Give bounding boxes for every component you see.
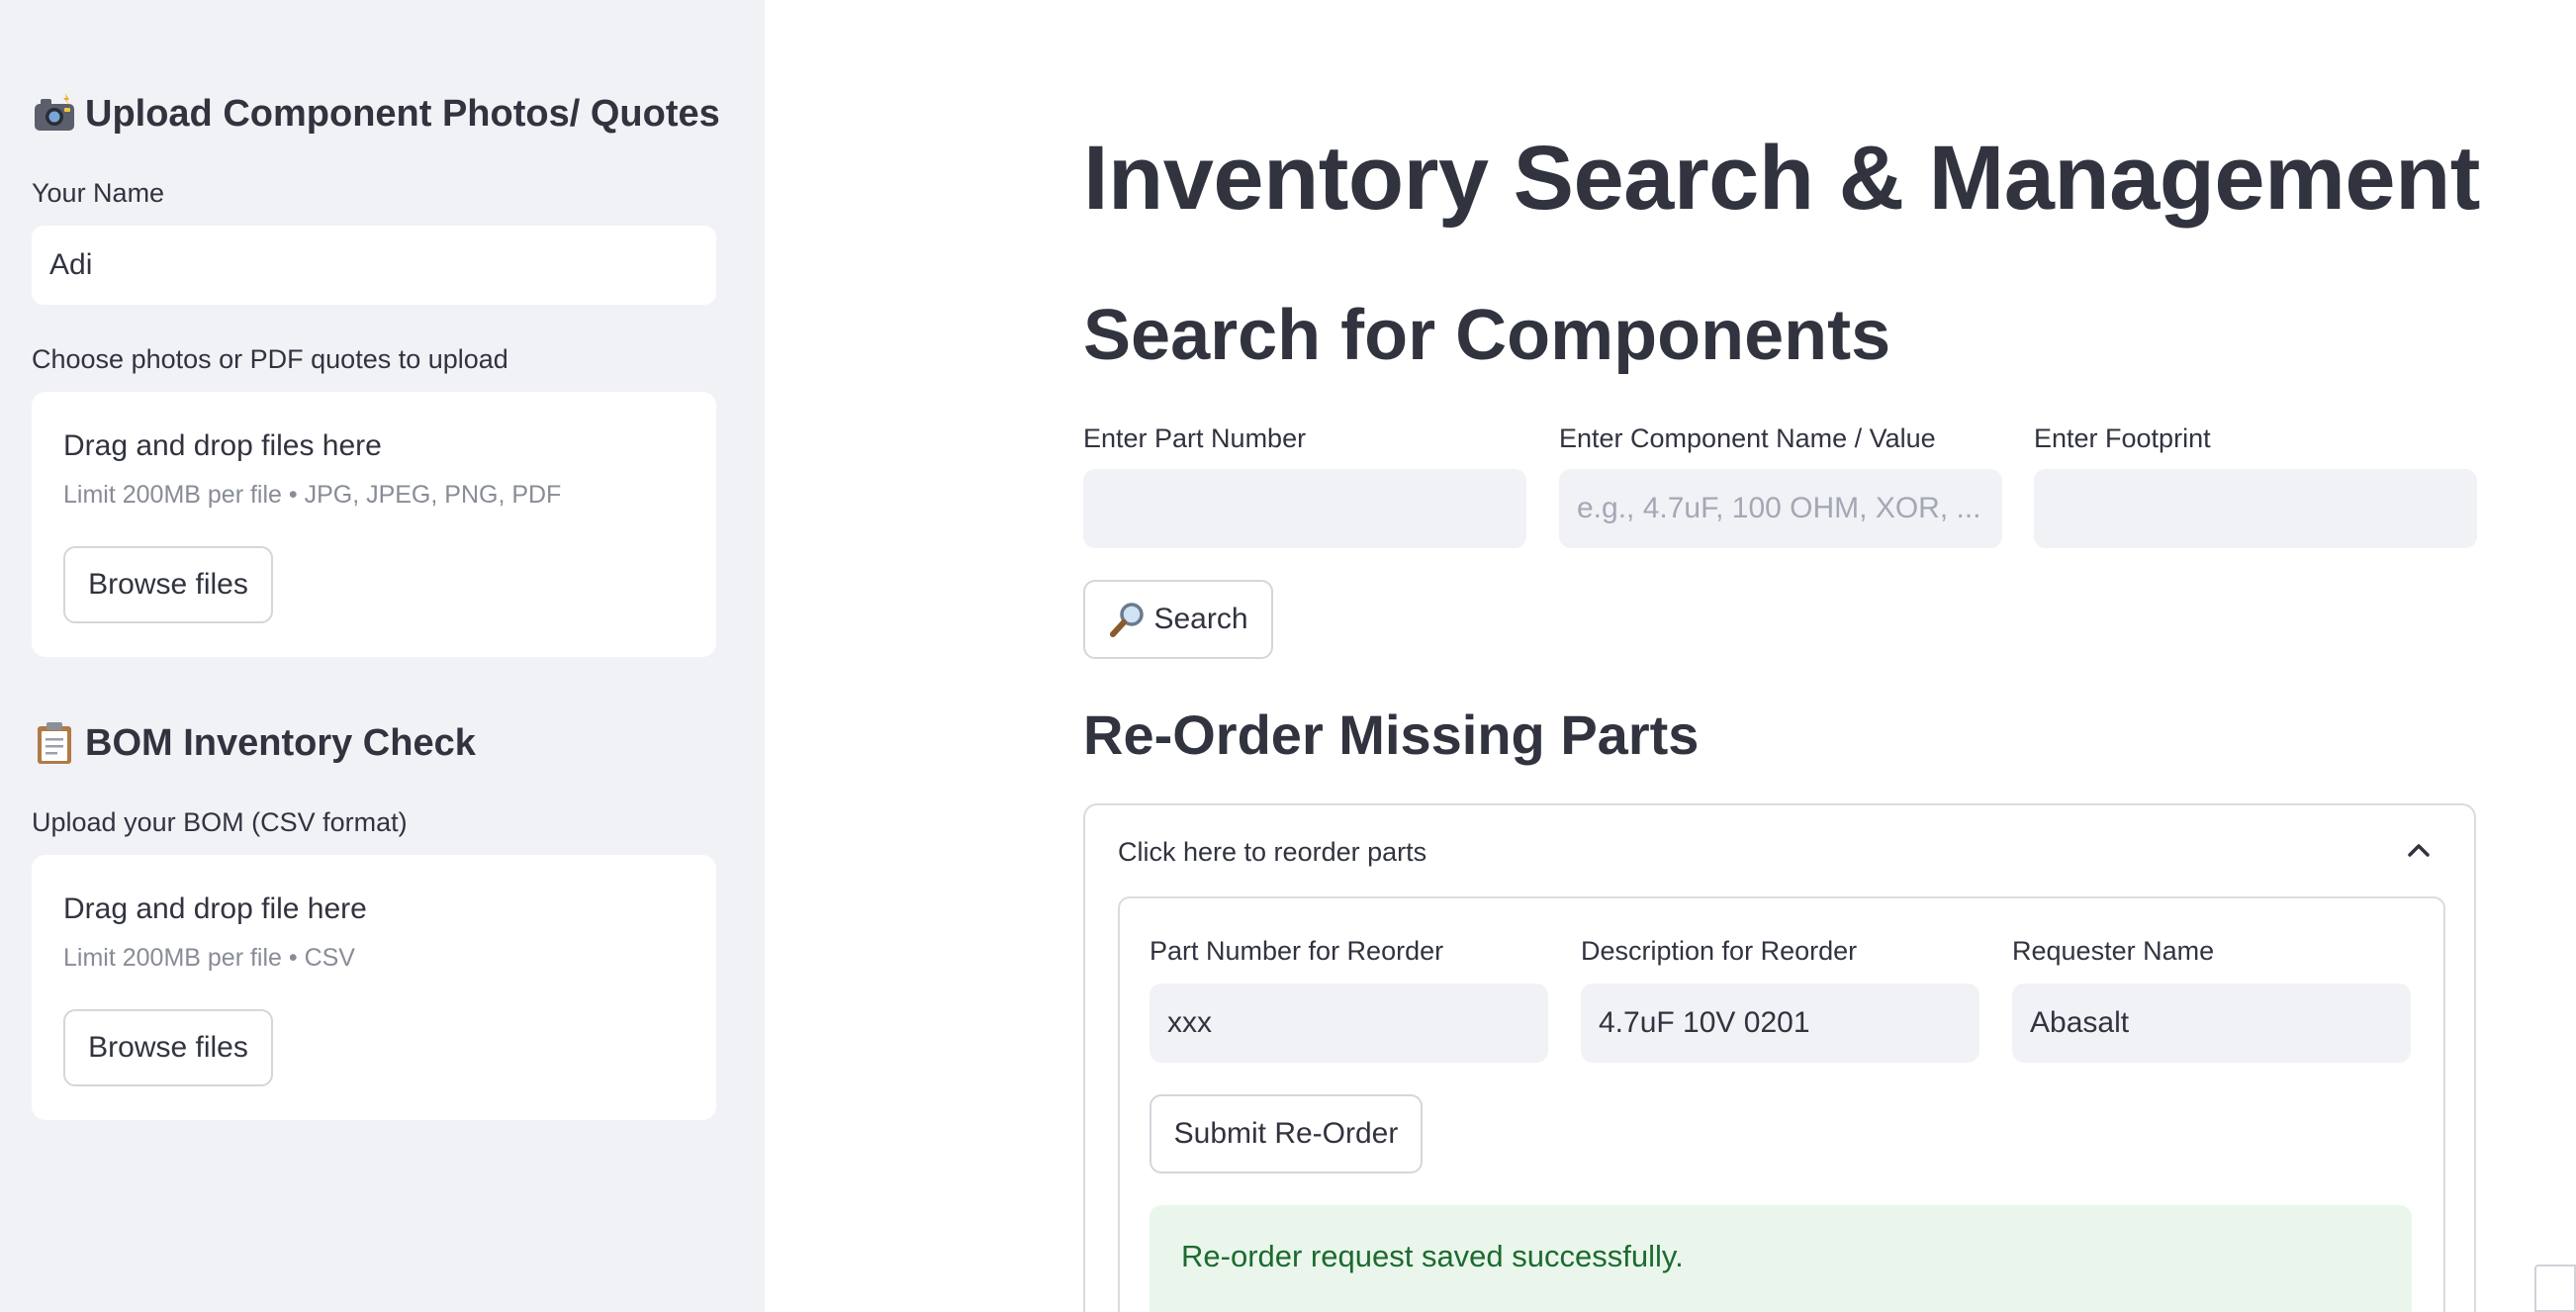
- submit-reorder-button[interactable]: Submit Re-Order: [1150, 1094, 1423, 1173]
- dropzone-limit-text: Limit 200MB per file • JPG, JPEG, PNG, P…: [63, 481, 562, 509]
- upload-photos-label: Choose photos or PDF quotes to upload: [32, 344, 508, 374]
- search-button-label: Search: [1153, 603, 1248, 635]
- part-number-input[interactable]: [1083, 469, 1526, 548]
- bom-section-heading: BOM Inventory Check: [32, 720, 476, 766]
- bom-section-title: BOM Inventory Check: [85, 721, 476, 764]
- expander-header[interactable]: Click here to reorder parts: [1118, 837, 1426, 868]
- reorder-description-input[interactable]: 4.7uF 10V 0201: [1581, 984, 1979, 1063]
- footprint-label: Enter Footprint: [2034, 423, 2211, 453]
- reorder-description-label: Description for Reorder: [1581, 936, 1858, 966]
- component-name-label: Enter Component Name / Value: [1559, 423, 1936, 453]
- page-title: Inventory Search & Management: [1083, 128, 2480, 229]
- bom-upload-label: Upload your BOM (CSV format): [32, 807, 408, 837]
- requester-name-label: Requester Name: [2012, 936, 2215, 966]
- component-name-input[interactable]: e.g., 4.7uF, 100 OHM, XOR, ...: [1559, 469, 2002, 548]
- sidebar: Upload Component Photos/ Quotes Your Nam…: [0, 0, 765, 1312]
- dropzone-title: Drag and drop file here: [63, 892, 367, 925]
- requester-name-input[interactable]: Abasalt: [2012, 984, 2411, 1063]
- reorder-part-label: Part Number for Reorder: [1150, 936, 1444, 966]
- dropzone-limit-text: Limit 200MB per file • CSV: [63, 944, 355, 972]
- reorder-part-input[interactable]: xxx: [1150, 984, 1548, 1063]
- dropzone-title: Drag and drop files here: [63, 429, 382, 462]
- part-number-label: Enter Part Number: [1083, 423, 1307, 453]
- search-button[interactable]: Search: [1083, 580, 1273, 659]
- search-heading: Search for Components: [1083, 296, 1891, 375]
- upload-section-heading: Upload Component Photos/ Quotes: [32, 91, 720, 137]
- browse-files-button[interactable]: Browse files: [63, 546, 273, 623]
- minimap-thumbnail[interactable]: [2534, 1265, 2576, 1312]
- chevron-up-icon[interactable]: [2399, 833, 2438, 869]
- magnifier-icon: [1108, 600, 1148, 639]
- reorder-heading: Re-Order Missing Parts: [1083, 703, 1700, 766]
- bom-upload-dropzone[interactable]: Drag and drop file here Limit 200MB per …: [32, 855, 716, 1120]
- your-name-label: Your Name: [32, 178, 165, 208]
- clipboard-icon: [32, 720, 77, 766]
- success-alert: Re-order request saved successfully.: [1150, 1205, 2412, 1312]
- camera-flash-icon: [32, 91, 77, 137]
- footprint-input[interactable]: [2034, 469, 2477, 548]
- your-name-input[interactable]: Adi: [32, 226, 716, 305]
- browse-bom-button[interactable]: Browse files: [63, 1009, 273, 1086]
- photo-upload-dropzone[interactable]: Drag and drop files here Limit 200MB per…: [32, 392, 716, 657]
- upload-section-title: Upload Component Photos/ Quotes: [85, 92, 720, 135]
